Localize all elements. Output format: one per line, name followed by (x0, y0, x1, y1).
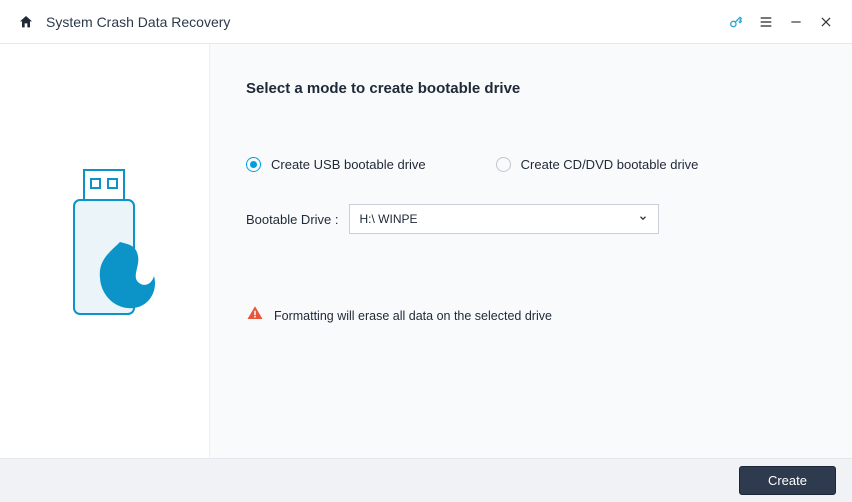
chevron-down-icon (638, 210, 648, 228)
minimize-icon[interactable] (788, 14, 804, 30)
footer: Create (0, 458, 852, 502)
sidebar (0, 44, 210, 458)
titlebar-left: System Crash Data Recovery (18, 14, 230, 30)
radio-icon (246, 157, 261, 172)
radio-usb-label: Create USB bootable drive (271, 157, 426, 172)
drive-label: Bootable Drive : (246, 212, 339, 227)
menu-icon[interactable] (758, 14, 774, 30)
drive-select-row: Bootable Drive : H:\ WINPE (246, 204, 828, 234)
drive-selected-value: H:\ WINPE (360, 212, 418, 226)
titlebar-right (728, 14, 834, 30)
home-icon[interactable] (18, 14, 34, 30)
warning-row: Formatting will erase all data on the se… (246, 304, 828, 327)
drive-select[interactable]: H:\ WINPE (349, 204, 659, 234)
app-window: System Crash Data Recovery (0, 0, 852, 502)
radio-icon (496, 157, 511, 172)
key-icon[interactable] (728, 14, 744, 30)
main-panel: Select a mode to create bootable drive C… (210, 44, 852, 458)
radio-cd-option[interactable]: Create CD/DVD bootable drive (496, 157, 699, 172)
close-icon[interactable] (818, 14, 834, 30)
warning-text: Formatting will erase all data on the se… (274, 309, 552, 323)
page-heading: Select a mode to create bootable drive (246, 80, 828, 97)
titlebar: System Crash Data Recovery (0, 0, 852, 44)
warning-triangle-icon (246, 304, 264, 327)
radio-cd-label: Create CD/DVD bootable drive (521, 157, 699, 172)
create-button[interactable]: Create (739, 466, 836, 495)
window-title: System Crash Data Recovery (46, 14, 230, 30)
mode-radio-group: Create USB bootable drive Create CD/DVD … (246, 157, 828, 172)
content-area: Select a mode to create bootable drive C… (0, 44, 852, 458)
radio-usb-option[interactable]: Create USB bootable drive (246, 157, 426, 172)
usb-flame-icon (50, 164, 160, 339)
